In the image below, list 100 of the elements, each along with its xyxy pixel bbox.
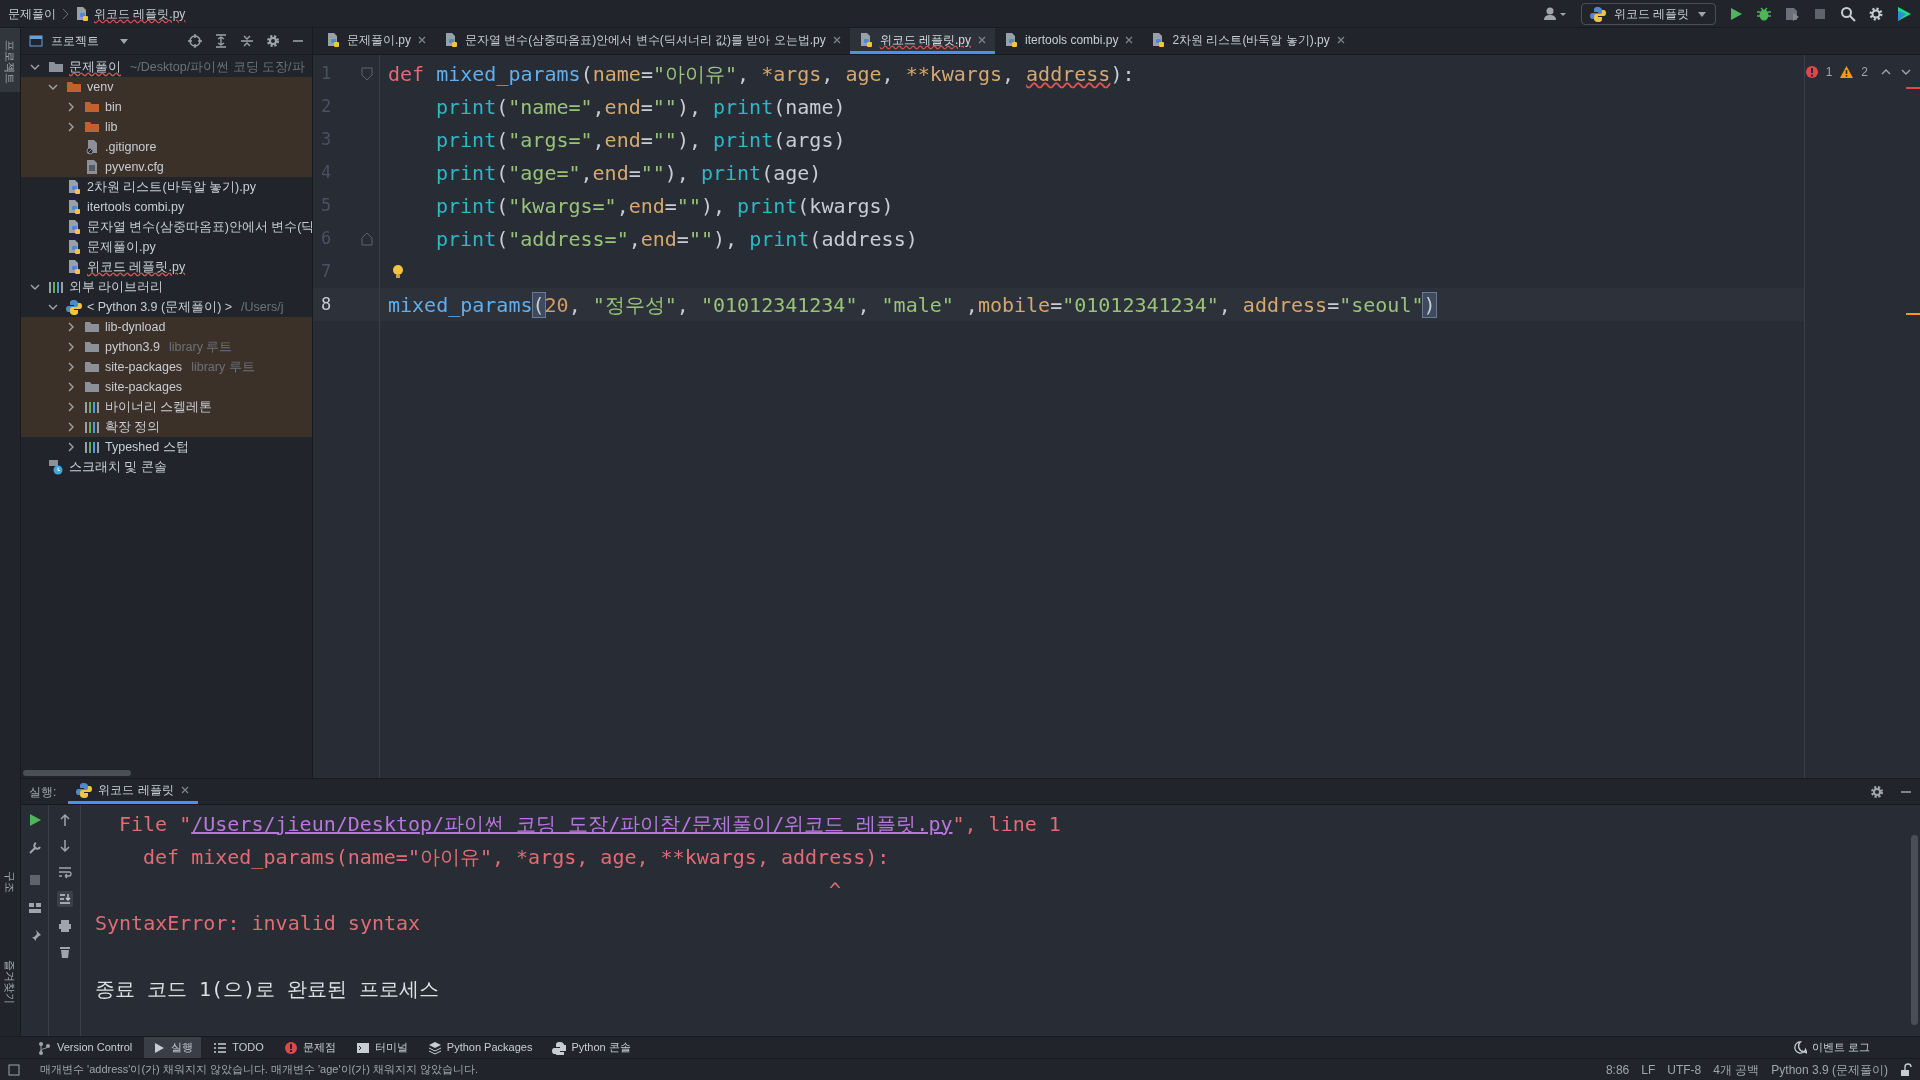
tab-label: 위코드 레플릿.py bbox=[879, 31, 972, 49]
vertical-scrollbar[interactable] bbox=[1910, 835, 1918, 1025]
tree-item[interactable]: lib bbox=[21, 117, 312, 137]
tree-item[interactable]: lib-dynload bbox=[21, 317, 312, 337]
tree-item-label: python3.9 bbox=[105, 338, 160, 356]
error-icon[interactable] bbox=[1805, 66, 1818, 78]
close-icon[interactable] bbox=[977, 34, 988, 45]
wrench-icon[interactable] bbox=[27, 841, 42, 855]
tool-window-tab[interactable]: 문제점 bbox=[275, 1036, 344, 1059]
tree-item-label: < Python 3.9 (문제풀이) > bbox=[87, 298, 233, 316]
tool-window-label[interactable]: 구조 bbox=[1, 871, 19, 893]
close-icon[interactable] bbox=[179, 785, 190, 795]
tree-item[interactable]: bin bbox=[21, 97, 312, 117]
editor-tab[interactable]: 문제풀이.py bbox=[317, 28, 435, 54]
status-item[interactable]: 4개 공백 bbox=[1713, 1060, 1760, 1079]
tree-item[interactable]: Typeshed 스텁 bbox=[21, 437, 312, 457]
tree-item[interactable]: site-packages bbox=[21, 377, 312, 397]
tree-item[interactable]: 위코드 레플릿.py bbox=[21, 257, 312, 277]
line-number: 8 bbox=[320, 292, 333, 316]
folder-icon bbox=[84, 339, 100, 355]
tree-item[interactable]: site-packages library 루트 bbox=[21, 357, 312, 377]
tree-item[interactable]: itertools combi.py bbox=[21, 197, 312, 217]
tree-item[interactable]: 확장 정의 bbox=[21, 417, 312, 437]
python-logo-icon bbox=[76, 782, 93, 798]
error-icon bbox=[283, 1040, 298, 1055]
fold-marker-icon[interactable] bbox=[361, 231, 373, 246]
tool-window-tab[interactable]: TODO bbox=[205, 1036, 272, 1059]
console-text: ^ bbox=[829, 876, 842, 904]
scroll-to-end-icon[interactable] bbox=[56, 891, 73, 907]
chevron-up-icon[interactable] bbox=[1880, 67, 1892, 77]
horizontal-scrollbar[interactable] bbox=[23, 770, 131, 776]
editor-tab[interactable]: itertools combi.py bbox=[995, 28, 1143, 54]
warning-icon[interactable] bbox=[1840, 66, 1854, 78]
tree-item[interactable]: .gitignore bbox=[21, 137, 312, 157]
user-icon[interactable] bbox=[1542, 5, 1569, 22]
python-logo-icon bbox=[1589, 5, 1606, 22]
tool-window-tab[interactable]: 실행 bbox=[144, 1036, 202, 1059]
warning-count: 2 bbox=[1861, 64, 1868, 81]
tool-window-label[interactable]: 즐겨찾기 bbox=[1, 960, 19, 1004]
tool-window-tab[interactable]: Python 콘솔 bbox=[544, 1036, 639, 1059]
editor-tab[interactable]: 위코드 레플릿.py bbox=[849, 28, 996, 54]
project-view-dropdown[interactable]: 프로젝트 bbox=[51, 32, 129, 50]
status-item[interactable]: UTF-8 bbox=[1667, 1060, 1702, 1079]
tree-item[interactable]: python3.9 library 루트 bbox=[21, 337, 312, 357]
lightbulb-icon[interactable] bbox=[392, 263, 404, 280]
editor-tab[interactable]: 2차원 리스트(바둑알 놓기).py bbox=[1142, 28, 1354, 54]
tree-item[interactable]: venv bbox=[21, 77, 312, 97]
close-icon[interactable] bbox=[831, 34, 842, 45]
tree-item[interactable]: 스크래치 및 콘솔 bbox=[21, 457, 312, 477]
trash-icon[interactable] bbox=[57, 945, 72, 959]
search-icon[interactable] bbox=[1840, 5, 1856, 22]
tree-item[interactable]: 문자열 변수(삼중따옴표)안에서 변수(딕 bbox=[21, 217, 312, 237]
tool-window-tab[interactable]: 터미널 bbox=[347, 1036, 416, 1059]
unlock-icon[interactable] bbox=[1900, 1062, 1912, 1077]
tree-item-label: venv bbox=[87, 78, 114, 96]
settings-icon[interactable] bbox=[1870, 784, 1884, 799]
run-configuration-dropdown[interactable]: 위코드 레플릿 bbox=[1580, 2, 1716, 25]
tree-item[interactable]: 2차원 리스트(바둑알 놓기).py bbox=[21, 177, 312, 197]
status-item[interactable]: LF bbox=[1641, 1060, 1656, 1079]
settings-icon[interactable] bbox=[266, 34, 280, 48]
console-text: def mixed_params(name="아이유", *args, age, **kwargs, address): bbox=[143, 843, 890, 871]
soft-wrap-icon[interactable] bbox=[57, 865, 72, 879]
run-icon[interactable] bbox=[27, 813, 42, 827]
debug-icon[interactable] bbox=[1756, 5, 1772, 22]
expand-all-icon[interactable] bbox=[214, 34, 228, 48]
ignored-file-icon bbox=[84, 139, 100, 155]
tree-item[interactable]: 외부 라이브러리 bbox=[21, 277, 312, 297]
locate-icon[interactable] bbox=[188, 34, 202, 48]
tool-window-tab[interactable]: Version Control bbox=[30, 1036, 141, 1059]
tree-item-label: 스크래치 및 콘솔 bbox=[69, 458, 167, 476]
tool-window-tab[interactable]: Python Packages bbox=[419, 1036, 541, 1059]
close-icon[interactable] bbox=[1335, 34, 1346, 45]
coverage-icon[interactable] bbox=[1784, 5, 1800, 22]
chevron-down-icon[interactable] bbox=[1900, 67, 1912, 77]
close-icon[interactable] bbox=[417, 34, 427, 45]
tree-item[interactable]: pyvenv.cfg bbox=[21, 157, 312, 177]
app-logo-icon[interactable] bbox=[1896, 5, 1912, 22]
layout-icon[interactable] bbox=[27, 901, 42, 915]
settings-icon[interactable] bbox=[1868, 5, 1884, 22]
collapse-all-icon[interactable] bbox=[240, 34, 254, 48]
editor-tab[interactable]: 문자열 변수(삼중따옴표)안에서 변수(딕셔너리 값)를 받아 오는법.py bbox=[435, 28, 850, 54]
breadcrumb-item[interactable]: 문제풀이 bbox=[8, 4, 56, 23]
tree-item[interactable]: 바이너리 스켈레톤 bbox=[21, 397, 312, 417]
tree-item[interactable]: < Python 3.9 (문제풀이) > /Users/j bbox=[21, 297, 312, 317]
close-icon[interactable] bbox=[1124, 34, 1135, 45]
tree-item[interactable]: 문제풀이.py bbox=[21, 237, 312, 257]
fold-marker-icon[interactable] bbox=[361, 66, 373, 81]
tree-item[interactable]: 문제풀이 ~/Desktop/파이썬 코딩 도장/파 bbox=[21, 57, 312, 77]
file-link[interactable]: /Users/jieun/Desktop/파이썬 코딩 도장/파이참/문제풀이/위코드 레플릿.py bbox=[191, 808, 953, 839]
folder-icon bbox=[84, 359, 100, 375]
tab-label: 문자열 변수(삼중따옴표)안에서 변수(딕셔너리 값)를 받아 오는법.py bbox=[465, 31, 826, 49]
status-item[interactable]: 8:86 bbox=[1605, 1060, 1630, 1079]
arrow-down-icon[interactable] bbox=[57, 839, 72, 853]
status-item[interactable]: Python 3.9 (문제풀이) bbox=[1771, 1060, 1888, 1079]
run-tab[interactable]: 위코드 레플릿 bbox=[68, 779, 198, 804]
run-icon[interactable] bbox=[1728, 5, 1744, 22]
panel-toggle-icon[interactable] bbox=[8, 1063, 20, 1076]
breadcrumb-item[interactable]: 위코드 레플릿.py bbox=[94, 4, 186, 23]
event-log-button[interactable]: 이벤트 로그 bbox=[1793, 1039, 1870, 1056]
print-icon[interactable] bbox=[57, 919, 72, 933]
